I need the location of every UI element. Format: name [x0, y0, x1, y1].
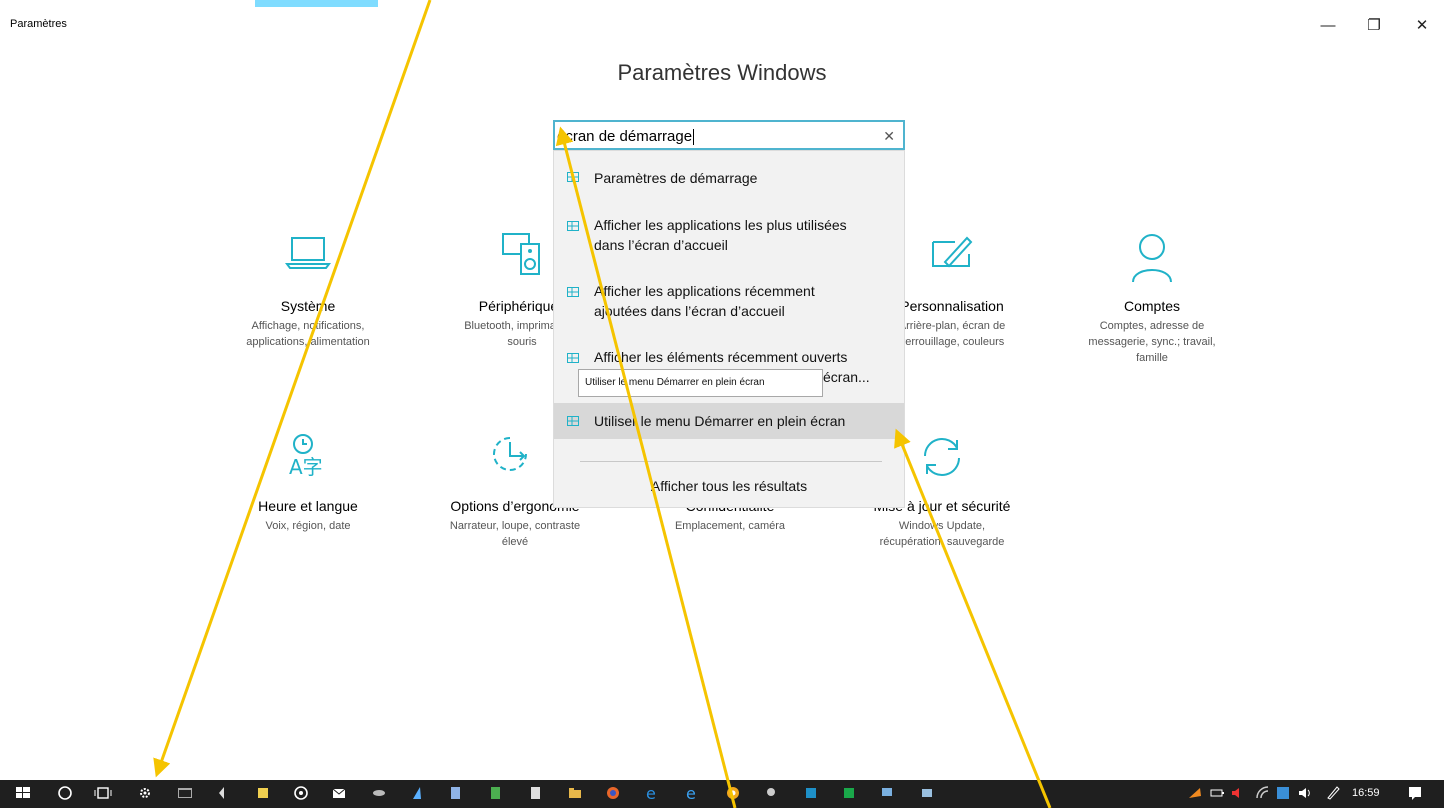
annotation-arrow	[555, 126, 737, 808]
annotation-arrow	[153, 0, 432, 778]
annotation-arrow	[894, 428, 1052, 808]
annotation-arrows	[153, 0, 1052, 808]
